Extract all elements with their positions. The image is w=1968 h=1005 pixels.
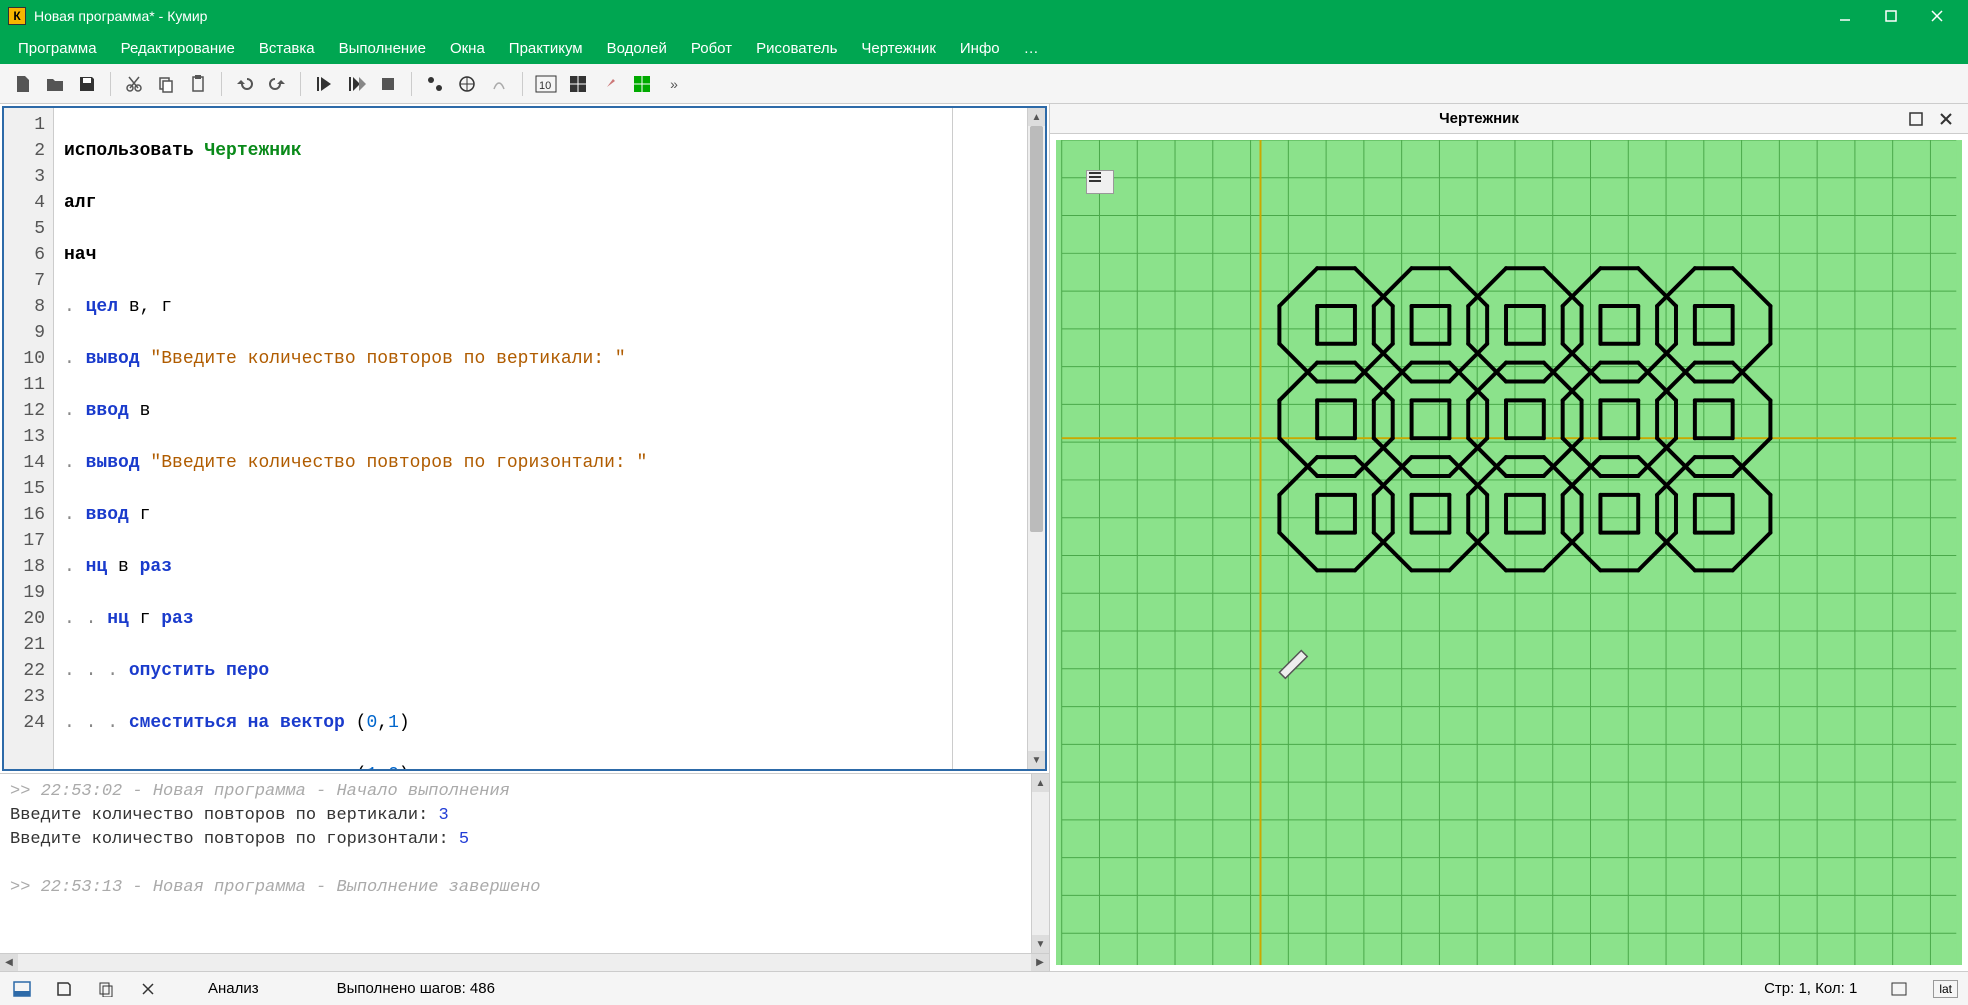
menu-info[interactable]: Инфо <box>950 36 1010 61</box>
copy-button[interactable] <box>151 69 181 99</box>
tool-b-button[interactable] <box>452 69 482 99</box>
menubar: Программа Редактирование Вставка Выполне… <box>0 32 1968 64</box>
close-button[interactable] <box>1914 0 1960 32</box>
sb-save-icon[interactable] <box>52 977 76 1001</box>
grid-button[interactable] <box>563 69 593 99</box>
status-cursor-pos: Стр: 1, Кол: 1 <box>1764 980 1857 997</box>
run-button[interactable] <box>309 69 339 99</box>
canvas-menu-button[interactable] <box>1086 170 1114 194</box>
editor-margin <box>952 108 1027 769</box>
menu-painter[interactable]: Рисователь <box>746 36 847 61</box>
menu-program[interactable]: Программа <box>8 36 107 61</box>
menu-windows[interactable]: Окна <box>440 36 495 61</box>
menu-run[interactable]: Выполнение <box>329 36 436 61</box>
sb-copy-icon[interactable] <box>94 977 118 1001</box>
editor-vscroll[interactable]: ▲ ▼ <box>1027 108 1045 769</box>
menu-robot[interactable]: Робот <box>681 36 742 61</box>
step-button[interactable] <box>341 69 371 99</box>
code-text[interactable]: использовать Чертежник алг нач . цел в, … <box>54 108 952 769</box>
main-area: 123456789101112131415161718192021222324 … <box>0 104 1968 971</box>
menu-insert[interactable]: Вставка <box>249 36 325 61</box>
console-line: >> 22:53:02 - Новая программа - Начало в… <box>10 780 1021 804</box>
console-pane: >> 22:53:02 - Новая программа - Начало в… <box>0 773 1049 953</box>
console-line: Введите количество повторов по горизонта… <box>10 828 1021 852</box>
scroll-right-icon[interactable]: ▶ <box>1031 954 1049 971</box>
scroll-down-icon[interactable]: ▼ <box>1028 751 1045 769</box>
menu-drafter[interactable]: Чертежник <box>851 36 946 61</box>
status-analysis: Анализ <box>208 980 259 997</box>
status-steps: Выполнено шагов: 486 <box>337 980 495 997</box>
scroll-up-icon[interactable]: ▲ <box>1028 108 1045 126</box>
console-line: >> 22:53:13 - Новая программа - Выполнен… <box>10 876 1021 900</box>
maximize-button[interactable] <box>1868 0 1914 32</box>
console-line: Введите количество повторов по вертикали… <box>10 804 1021 828</box>
statusbar: Анализ Выполнено шагов: 486 Стр: 1, Кол:… <box>0 971 1968 1005</box>
titlebar: К Новая программа* - Кумир <box>0 0 1968 32</box>
sb-btn-1[interactable] <box>10 977 34 1001</box>
tool-a-button[interactable] <box>420 69 450 99</box>
minimize-button[interactable] <box>1822 0 1868 32</box>
menu-edit[interactable]: Редактирование <box>111 36 245 61</box>
editor-pane: 123456789101112131415161718192021222324 … <box>0 104 1050 971</box>
console-output[interactable]: >> 22:53:02 - Новая программа - Начало в… <box>0 774 1031 953</box>
drawing-svg <box>1056 140 1962 965</box>
save-file-button[interactable] <box>72 69 102 99</box>
svg-text:10: 10 <box>539 80 551 92</box>
app-icon: К <box>8 7 26 25</box>
menu-more[interactable]: … <box>1014 36 1049 61</box>
more-tools-button[interactable]: » <box>659 69 689 99</box>
drafter-title: Чертежник <box>1060 110 1898 127</box>
code-editor[interactable]: 123456789101112131415161718192021222324 … <box>2 106 1047 771</box>
panel-close-button[interactable] <box>1934 107 1958 131</box>
undo-button[interactable] <box>230 69 260 99</box>
green-grid-button[interactable] <box>627 69 657 99</box>
status-lang[interactable]: lat <box>1933 980 1958 998</box>
scroll-down-icon[interactable]: ▼ <box>1032 935 1049 953</box>
drafter-pane: Чертежник <box>1050 104 1968 971</box>
scroll-left-icon[interactable]: ◀ <box>0 954 18 971</box>
new-file-button[interactable] <box>8 69 38 99</box>
stop-button[interactable] <box>373 69 403 99</box>
line-gutter: 123456789101112131415161718192021222324 <box>4 108 54 769</box>
sb-delete-icon[interactable] <box>136 977 160 1001</box>
toolbar: 10 » <box>0 64 1968 104</box>
grid10-button[interactable]: 10 <box>531 69 561 99</box>
keyboard-icon <box>1891 982 1907 996</box>
console-vscroll[interactable]: ▲ ▼ <box>1031 774 1049 953</box>
app-window: К Новая программа* - Кумир Программа Ред… <box>0 0 1968 1005</box>
window-title: Новая программа* - Кумир <box>34 8 1822 24</box>
drafter-header: Чертежник <box>1050 104 1968 134</box>
window-controls <box>1822 0 1960 32</box>
open-file-button[interactable] <box>40 69 70 99</box>
brush-button[interactable] <box>595 69 625 99</box>
menu-vodoley[interactable]: Водолей <box>597 36 677 61</box>
redo-button[interactable] <box>262 69 292 99</box>
tool-c-button[interactable] <box>484 69 514 99</box>
editor-hscroll[interactable]: ◀ ▶ <box>0 953 1049 971</box>
scroll-up-icon[interactable]: ▲ <box>1032 774 1049 792</box>
cut-button[interactable] <box>119 69 149 99</box>
paste-button[interactable] <box>183 69 213 99</box>
menu-practicum[interactable]: Практикум <box>499 36 593 61</box>
panel-maximize-button[interactable] <box>1904 107 1928 131</box>
scroll-thumb[interactable] <box>1030 126 1043 532</box>
drafter-canvas[interactable] <box>1056 140 1962 965</box>
